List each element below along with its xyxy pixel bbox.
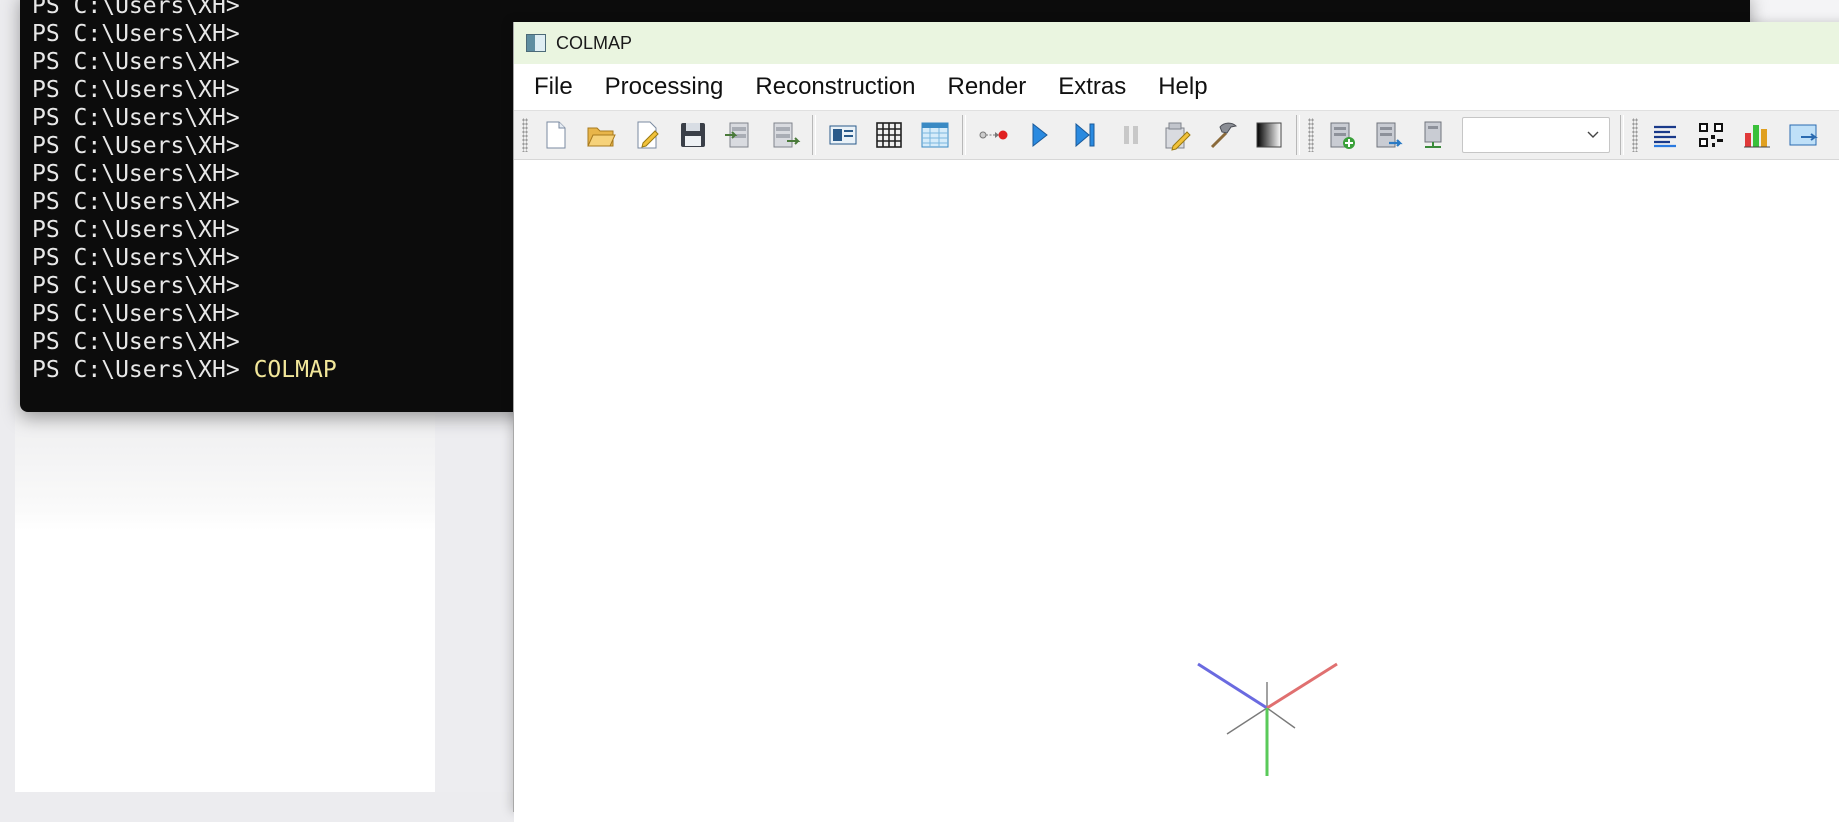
terminal-prompt-line: PS C:\Users\XH> [32, 245, 240, 271]
automatic-reconstruction-icon[interactable] [970, 115, 1016, 155]
step-reconstruction-icon[interactable] [1062, 115, 1108, 155]
terminal-prompt-line: PS C:\Users\XH> [32, 77, 240, 103]
toolbar-separator [812, 115, 816, 155]
terminal-prompt: PS C:\Users\XH> [32, 357, 240, 383]
coordinate-axes-gizmo [1197, 662, 1338, 776]
menu-extras[interactable]: Extras [1042, 73, 1142, 101]
terminal-output: PS C:\Users\XH> PS C:\Users\XH> PS C:\User… [32, 0, 337, 384]
z-axis-line [1197, 662, 1268, 710]
model-viewer-canvas[interactable] [514, 162, 1839, 822]
colmap-app-icon [526, 34, 546, 52]
x-axis-line [1266, 662, 1338, 710]
render-options-icon[interactable] [1410, 115, 1456, 155]
reset-model-icon[interactable] [1364, 115, 1410, 155]
toolbar-grip[interactable] [1308, 118, 1314, 152]
export-model-icon[interactable] [762, 115, 808, 155]
toolbar-grip[interactable] [1632, 118, 1638, 152]
terminal-prompt-line: PS C:\Users\XH> [32, 133, 240, 159]
menu-render[interactable]: Render [931, 73, 1042, 101]
desktop-background-strip [435, 360, 515, 792]
match-matrix-icon[interactable] [1688, 115, 1734, 155]
terminal-prompt-line: PS C:\Users\XH> [32, 161, 240, 187]
colmap-window[interactable]: COLMAP File Processing Reconstruction Re… [513, 22, 1839, 822]
reconstruction-stats-icon[interactable] [1642, 115, 1688, 155]
terminal-prompt-line: PS C:\Users\XH> [32, 0, 240, 19]
menu-processing[interactable]: Processing [589, 73, 740, 101]
add-model-icon[interactable] [1318, 115, 1364, 155]
terminal-prompt-line: PS C:\Users\XH> [32, 105, 240, 131]
save-project-icon[interactable] [670, 115, 716, 155]
terminal-command-text: COLMAP [253, 357, 337, 383]
model-selector-dropdown[interactable] [1462, 117, 1610, 153]
reconstruction-options-icon[interactable] [1154, 115, 1200, 155]
menu-help[interactable]: Help [1142, 73, 1223, 101]
terminal-prompt-line: PS C:\Users\XH> [32, 217, 240, 243]
edit-project-icon[interactable] [624, 115, 670, 155]
terminal-prompt-line: PS C:\Users\XH> [32, 49, 240, 75]
desktop-background [15, 360, 435, 792]
toolbar-separator [962, 115, 966, 155]
terminal-prompt-line: PS C:\Users\XH> [32, 21, 240, 47]
toolbar-grip[interactable] [522, 118, 528, 152]
model-stats-icon[interactable] [1734, 115, 1780, 155]
menu-reconstruction[interactable]: Reconstruction [739, 73, 931, 101]
feature-matching-icon[interactable] [866, 115, 912, 155]
terminal-prompt-line: PS C:\Users\XH> [32, 301, 240, 327]
terminal-prompt-line: PS C:\Users\XH> [32, 273, 240, 299]
terminal-prompt-line: PS C:\Users\XH> [32, 329, 240, 355]
window-title: COLMAP [556, 32, 633, 53]
pause-reconstruction-icon[interactable] [1108, 115, 1154, 155]
screenshot-icon[interactable] [1780, 115, 1826, 155]
main-toolbar [514, 110, 1839, 160]
dense-reconstruction-icon[interactable] [1246, 115, 1292, 155]
chevron-down-icon [1587, 131, 1599, 138]
title-bar[interactable]: COLMAP [514, 22, 1839, 64]
terminal-command-line: PS C:\Users\XH> COLMAP [32, 356, 337, 384]
toolbar-separator [1296, 115, 1300, 155]
terminal-prompt-line: PS C:\Users\XH> [32, 189, 240, 215]
import-model-icon[interactable] [716, 115, 762, 155]
menu-file[interactable]: File [518, 73, 589, 101]
background-window-edge [1750, 0, 1839, 22]
open-project-icon[interactable] [578, 115, 624, 155]
feature-extraction-icon[interactable] [820, 115, 866, 155]
bundle-adjustment-icon[interactable] [1200, 115, 1246, 155]
start-reconstruction-icon[interactable] [1016, 115, 1062, 155]
new-project-icon[interactable] [532, 115, 578, 155]
toolbar-separator [1620, 115, 1624, 155]
menu-bar: File Processing Reconstruction Render Ex… [514, 64, 1839, 110]
database-management-icon[interactable] [912, 115, 958, 155]
